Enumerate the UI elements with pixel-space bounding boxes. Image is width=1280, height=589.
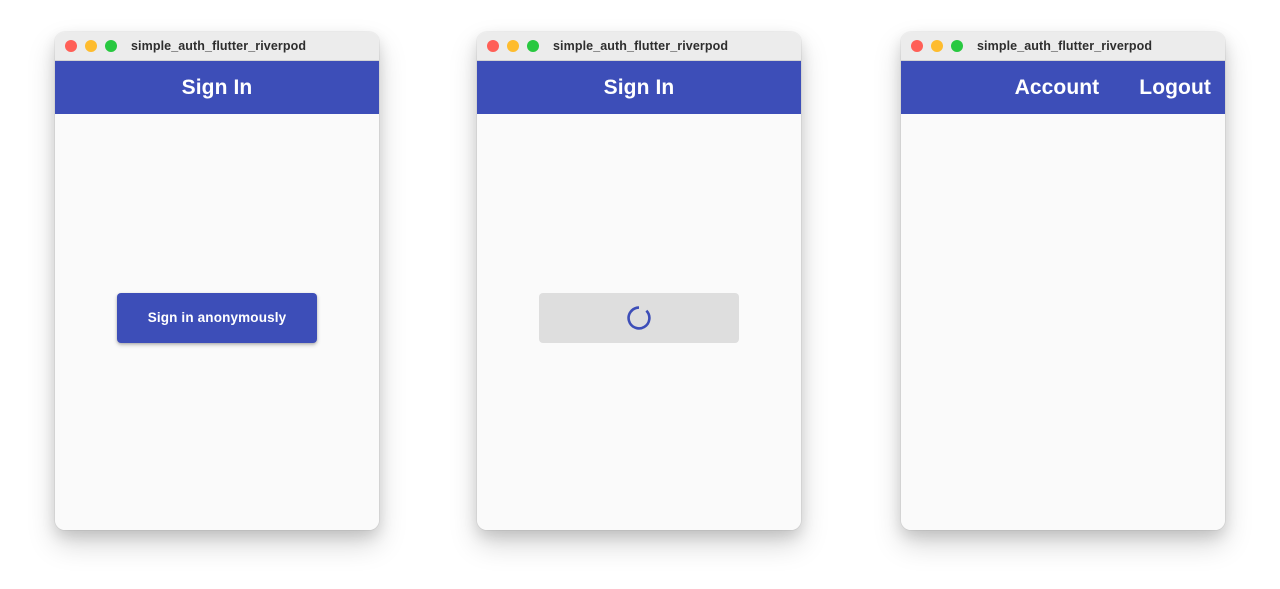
minimize-window-icon[interactable] — [85, 40, 97, 52]
screenshot-stage: simple_auth_flutter_riverpod Sign In Sig… — [0, 0, 1280, 589]
traffic-light-controls — [65, 40, 117, 52]
loading-spinner-icon — [626, 305, 652, 331]
minimize-window-icon[interactable] — [931, 40, 943, 52]
app-bar-title: Sign In — [181, 75, 253, 99]
window-body: Sign in anonymously — [55, 114, 379, 530]
maximize-window-icon[interactable] — [527, 40, 539, 52]
window-title: simple_auth_flutter_riverpod — [131, 39, 307, 53]
app-bar-title: Account — [1014, 75, 1100, 99]
window-title: simple_auth_flutter_riverpod — [977, 39, 1153, 53]
app-window-account[interactable]: simple_auth_flutter_riverpod Account Log… — [901, 32, 1225, 530]
traffic-light-controls — [487, 40, 539, 52]
app-bar: Account Logout — [901, 61, 1225, 121]
sign-in-anonymously-button[interactable]: Sign in anonymously — [117, 292, 317, 343]
app-window-signin-loading[interactable]: simple_auth_flutter_riverpod Sign In — [477, 32, 801, 530]
app-bar: Sign In — [55, 61, 379, 121]
minimize-window-icon[interactable] — [507, 40, 519, 52]
window-titlebar[interactable]: simple_auth_flutter_riverpod — [901, 32, 1225, 61]
window-body — [477, 114, 801, 530]
window-title: simple_auth_flutter_riverpod — [553, 39, 729, 53]
app-bar-title: Sign In — [603, 75, 675, 99]
maximize-window-icon[interactable] — [951, 40, 963, 52]
close-window-icon[interactable] — [911, 40, 923, 52]
close-window-icon[interactable] — [487, 40, 499, 52]
app-bar: Sign In — [477, 61, 801, 121]
window-body — [901, 114, 1225, 530]
close-window-icon[interactable] — [65, 40, 77, 52]
window-titlebar[interactable]: simple_auth_flutter_riverpod — [477, 32, 801, 61]
window-titlebar[interactable]: simple_auth_flutter_riverpod — [55, 32, 379, 61]
sign-in-anonymously-button-loading — [539, 292, 739, 343]
app-window-signin[interactable]: simple_auth_flutter_riverpod Sign In Sig… — [55, 32, 379, 530]
traffic-light-controls — [911, 40, 963, 52]
logout-button[interactable]: Logout — [1139, 76, 1211, 100]
maximize-window-icon[interactable] — [105, 40, 117, 52]
